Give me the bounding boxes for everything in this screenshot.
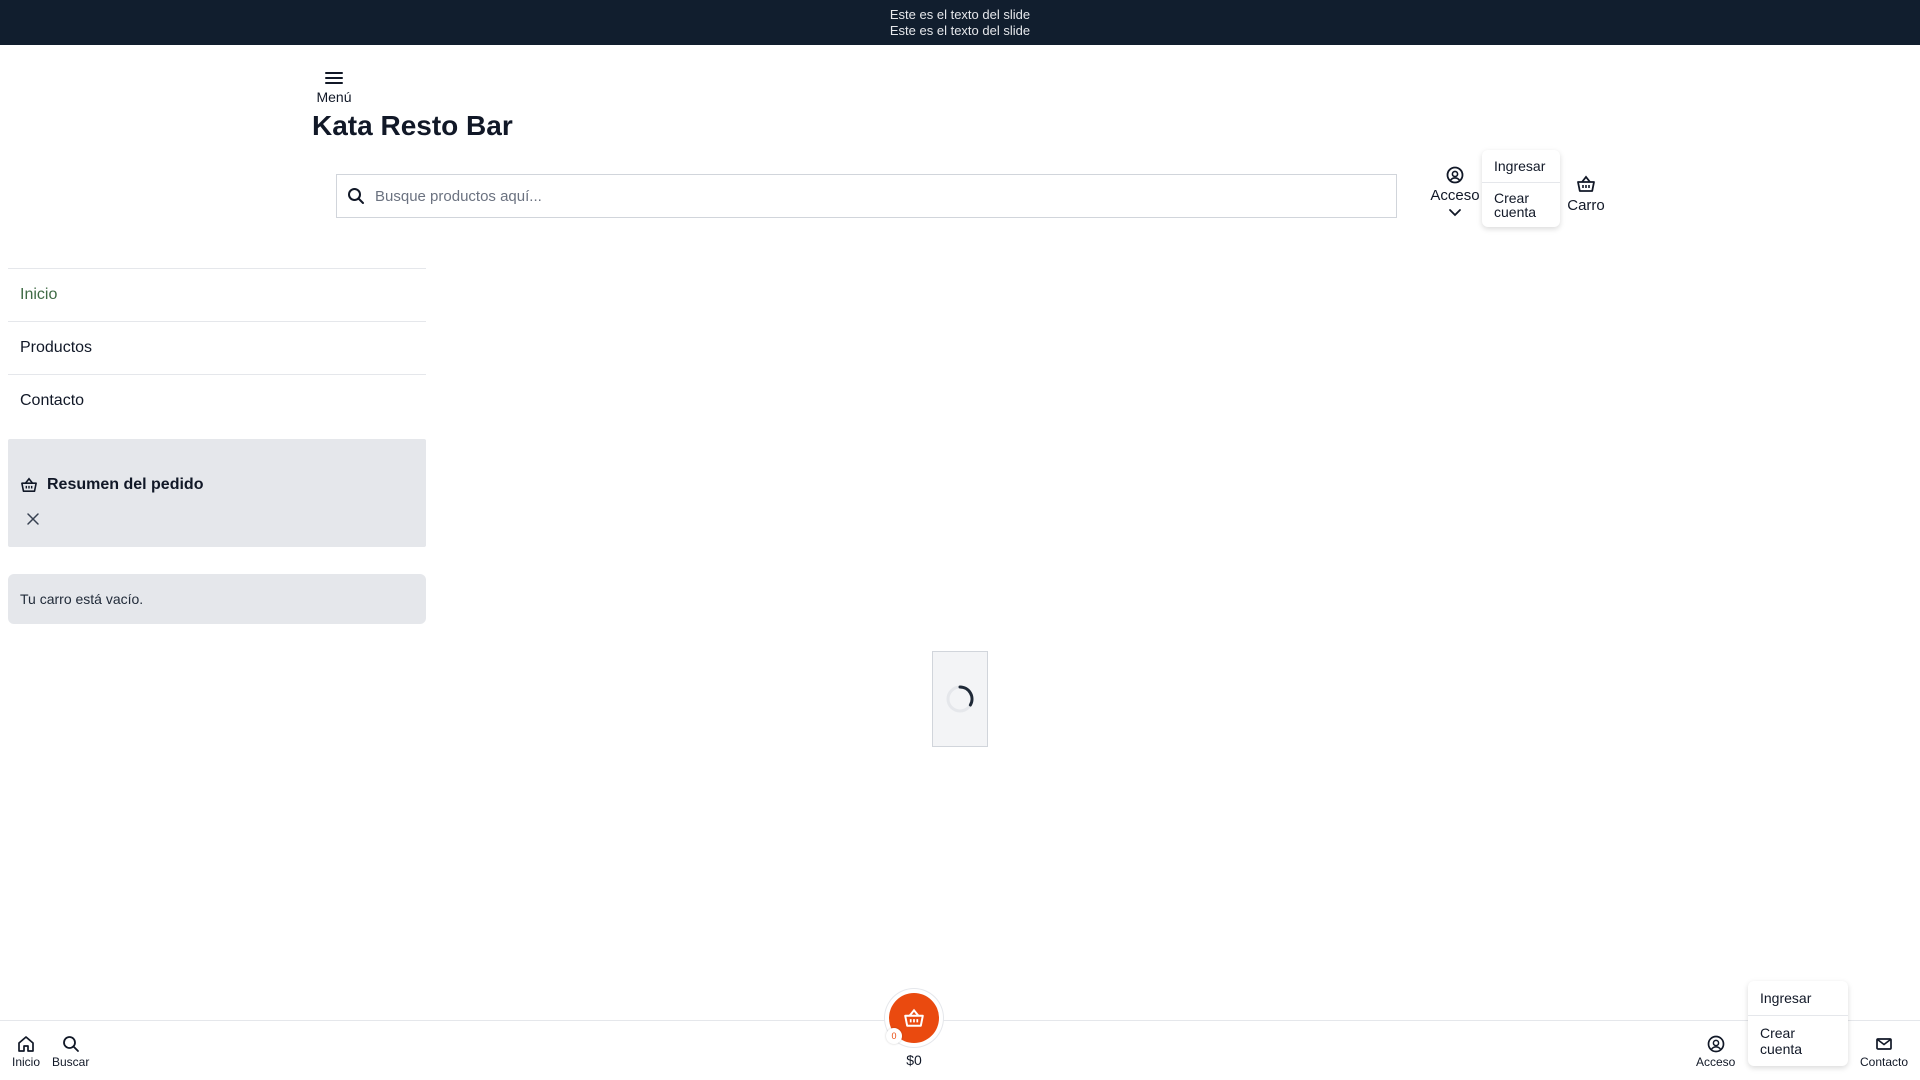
search-input[interactable]	[375, 187, 1396, 205]
user-circle-icon	[1446, 166, 1464, 184]
announcement-line: Este es el texto del slide	[889, 23, 1031, 38]
sidebar-item-contacto[interactable]: Contacto	[8, 374, 426, 427]
cart-count-badge: 0	[886, 1028, 902, 1044]
login-option[interactable]: Ingresar	[1482, 150, 1560, 182]
side-navigation: Inicio Productos Contacto	[8, 268, 426, 427]
empty-cart-message: Tu carro está vacío.	[8, 574, 426, 624]
create-account-option[interactable]: Crear cuenta	[1748, 1015, 1848, 1066]
cart-label: Carro	[1567, 197, 1605, 214]
menu-label: Menú	[316, 89, 352, 105]
access-dropdown: Ingresar Crear cuenta	[1482, 150, 1560, 227]
menu-icon	[325, 72, 343, 84]
basket-icon	[904, 1008, 924, 1027]
order-summary-panel: Resumen del pedido	[8, 439, 426, 547]
chevron-down-icon	[1449, 209, 1461, 217]
loading-indicator	[932, 651, 988, 747]
menu-button[interactable]: Menú	[312, 70, 356, 105]
bottom-nav-search[interactable]: Buscar	[52, 1035, 89, 1069]
sidebar-item-productos[interactable]: Productos	[8, 321, 426, 374]
bottom-nav-home[interactable]: Inicio	[12, 1035, 40, 1069]
close-icon[interactable]	[26, 512, 40, 526]
bottom-access-dropdown: Ingresar Crear cuenta	[1748, 981, 1848, 1066]
bottom-navigation: Inicio Buscar Acceso Contacto	[0, 1020, 1920, 1080]
announcement-bar: Este es el texto del slide Este es el te…	[0, 0, 1920, 45]
user-circle-icon	[1707, 1035, 1725, 1053]
order-summary-header: Resumen del pedido	[20, 476, 203, 494]
cart-total: $0	[906, 1052, 922, 1068]
bottom-nav-access-label: Acceso	[1696, 1055, 1736, 1069]
search-icon	[348, 188, 364, 204]
search-bar[interactable]	[336, 174, 1397, 218]
search-icon	[62, 1036, 79, 1052]
announcement-line: Este es el texto del slide	[889, 7, 1031, 22]
home-icon	[18, 1036, 34, 1052]
login-option[interactable]: Ingresar	[1748, 981, 1848, 1015]
bottom-nav-access[interactable]: Acceso	[1696, 1035, 1735, 1069]
access-label: Acceso	[1430, 187, 1480, 204]
order-summary-title: Resumen del pedido	[47, 476, 204, 493]
cart-button[interactable]: Carro	[1565, 175, 1607, 214]
bottom-nav-home-label: Inicio	[12, 1055, 41, 1069]
basket-icon	[21, 477, 37, 493]
mail-icon	[1876, 1038, 1892, 1050]
sidebar-item-inicio[interactable]: Inicio	[8, 268, 426, 321]
spinner-icon	[946, 685, 974, 713]
create-account-option[interactable]: Crear cuenta	[1482, 182, 1560, 227]
basket-icon	[1577, 175, 1595, 192]
bottom-nav-search-label: Buscar	[52, 1055, 90, 1069]
store-name[interactable]: Kata Resto Bar	[312, 110, 513, 142]
bottom-nav-contact[interactable]: Contacto	[1860, 1035, 1908, 1069]
access-button[interactable]: Acceso	[1428, 166, 1482, 218]
bottom-nav-contact-label: Contacto	[1860, 1055, 1909, 1069]
